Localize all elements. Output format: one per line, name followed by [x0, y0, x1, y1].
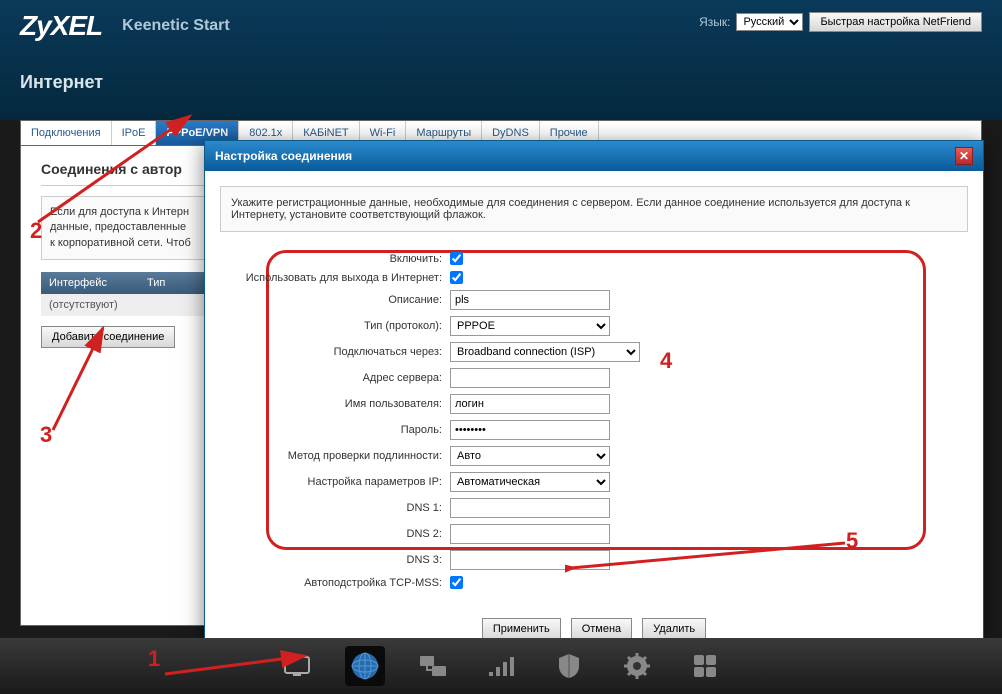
checkbox-enable[interactable] [450, 252, 463, 265]
checkbox-tcp-mss[interactable] [450, 576, 463, 589]
label-dns3: DNS 3: [230, 554, 450, 566]
cancel-button[interactable]: Отмена [571, 618, 632, 640]
input-dns2[interactable] [450, 524, 610, 544]
dock-wifi-icon[interactable] [481, 646, 521, 686]
label-password: Пароль: [230, 424, 450, 436]
label-auth-method: Метод проверки подлинности: [230, 450, 450, 462]
label-server-addr: Адрес сервера: [230, 372, 450, 384]
tab-connections[interactable]: Подключения [21, 121, 112, 145]
tab-ipoe[interactable]: IPoE [112, 121, 157, 145]
modal-title: Настройка соединения [215, 149, 352, 163]
select-protocol[interactable]: PPPOE [450, 316, 610, 336]
brand-logo: ZyXEL [20, 10, 102, 42]
label-dns2: DNS 2: [230, 528, 450, 540]
apply-button[interactable]: Применить [482, 618, 561, 640]
input-password[interactable] [450, 420, 610, 440]
input-description[interactable] [450, 290, 610, 310]
label-connect-via: Подключаться через: [230, 346, 450, 358]
label-username: Имя пользователя: [230, 398, 450, 410]
select-ip-config[interactable]: Автоматическая [450, 472, 610, 492]
select-auth-method[interactable]: Авто [450, 446, 610, 466]
dock-globe-icon[interactable] [345, 646, 385, 686]
input-server-addr[interactable] [450, 368, 610, 388]
input-username[interactable] [450, 394, 610, 414]
close-icon[interactable]: ✕ [955, 147, 973, 165]
delete-button[interactable]: Удалить [642, 618, 706, 640]
dock-shield-icon[interactable] [549, 646, 589, 686]
label-ip-config: Настройка параметров IP: [230, 476, 450, 488]
input-dns1[interactable] [450, 498, 610, 518]
add-connection-button[interactable]: Добавить соединение [41, 326, 175, 348]
label-protocol: Тип (протокол): [230, 320, 450, 332]
dock-status-icon[interactable] [277, 646, 317, 686]
label-tcp-mss: Автоподстройка TCP-MSS: [230, 577, 450, 589]
language-select[interactable]: Русский [736, 13, 803, 31]
label-dns1: DNS 1: [230, 502, 450, 514]
quick-setup-button[interactable]: Быстрая настройка NetFriend [809, 12, 982, 32]
connection-settings-modal: Настройка соединения ✕ Укажите регистрац… [204, 140, 984, 656]
label-use-internet: Использовать для выхода в Интернет: [230, 272, 450, 284]
label-enable: Включить: [230, 253, 450, 265]
section-description: Если для доступа к Интерн данные, предос… [41, 196, 211, 260]
language-label: Язык: [699, 15, 730, 29]
page-title: Интернет [20, 72, 982, 93]
col-type: Тип [147, 277, 165, 289]
bottom-dock [0, 638, 1002, 694]
dock-gear-icon[interactable] [617, 646, 657, 686]
checkbox-use-internet[interactable] [450, 271, 463, 284]
dock-apps-icon[interactable] [685, 646, 725, 686]
model-name: Keenetic Start [122, 17, 230, 35]
label-description: Описание: [230, 294, 450, 306]
modal-description: Укажите регистрационные данные, необходи… [220, 186, 968, 232]
select-connect-via[interactable]: Broadband connection (ISP) [450, 342, 640, 362]
dock-network-icon[interactable] [413, 646, 453, 686]
col-interface: Интерфейс [49, 277, 107, 289]
input-dns3[interactable] [450, 550, 610, 570]
